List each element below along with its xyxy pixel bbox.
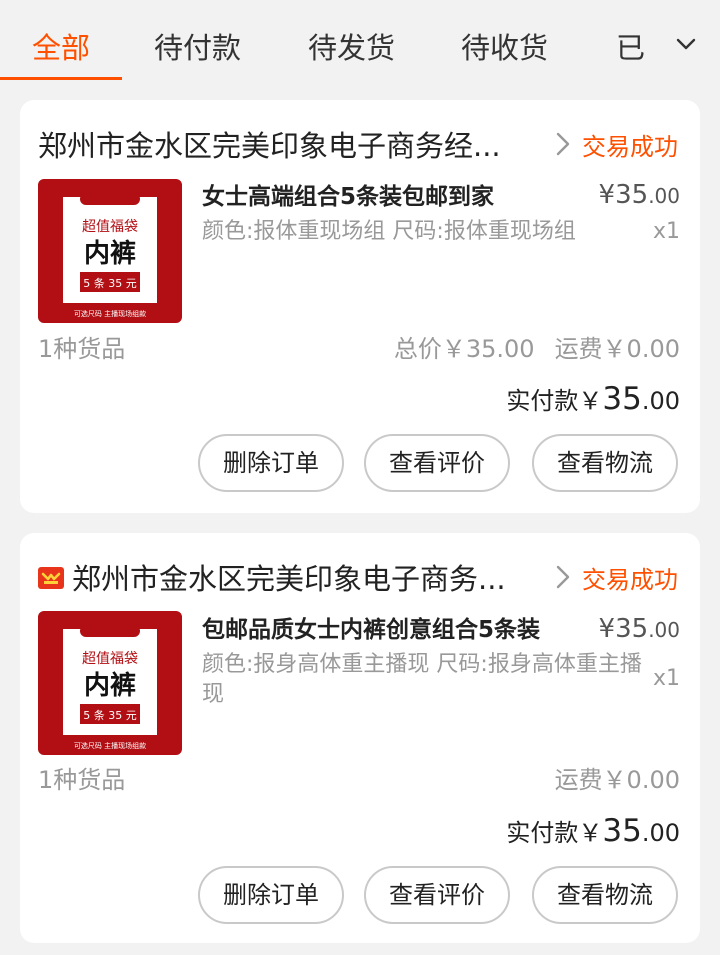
paid-amount: 实付款￥35.00 (506, 379, 680, 424)
thumb-footer: 可选尺码 主播现场组款 (74, 741, 146, 750)
product-price: ¥35.00 (599, 612, 680, 647)
tab-all[interactable]: 全部 (32, 28, 90, 68)
active-tab-indicator (0, 77, 122, 80)
thumb-line3: 5 条 35 元 (83, 708, 137, 722)
order-status-tabbar: 全部 待付款 待发货 待收货 已评价 (0, 0, 720, 84)
paid-currency: ￥ (578, 819, 603, 847)
total-price: 总价￥35.00 (393, 335, 535, 363)
product-qty: x1 (652, 219, 680, 244)
paid-dec: .00 (641, 819, 680, 847)
product-title[interactable]: 包邮品质女士内裤创意组合5条装 (202, 613, 540, 647)
product-thumbnail[interactable]: 超值福袋 内裤 5 条 35 元 可选尺码 主播现场组款 (38, 179, 182, 323)
product-price: ¥35.00 (599, 178, 680, 213)
order-card: 郑州市金水区完美印象电子商务经... 交易成功 超值福袋 内裤 5 条 35 元… (20, 100, 700, 513)
paid-int: 35 (602, 381, 642, 417)
chevron-right-icon[interactable] (553, 131, 573, 157)
order-status: 交易成功 (582, 566, 678, 594)
product-sku: 颜色:报体重现场组 尺码:报体重现场组 (202, 219, 576, 244)
tmall-shop-icon (38, 567, 64, 589)
thumb-line2: 内裤 (84, 671, 136, 701)
shop-name[interactable]: 郑州市金水区完美印象电子商务经... (38, 126, 538, 166)
thumb-line2: 内裤 (84, 239, 136, 269)
price-summary: 总价￥35.00 运费￥0.00 (394, 332, 680, 366)
tab-pending-shipment[interactable]: 待发货 (308, 28, 395, 68)
thumb-line1: 超值福袋 (82, 651, 138, 667)
view-logistics-button[interactable]: 查看物流 (532, 866, 678, 924)
product-thumbnail[interactable]: 超值福袋 内裤 5 条 35 元 可选尺码 主播现场组款 (38, 611, 182, 755)
chevron-right-icon[interactable] (553, 564, 573, 590)
paid-int: 35 (602, 813, 642, 849)
thumb-line3: 5 条 35 元 (83, 276, 137, 290)
paid-label: 实付款 (506, 819, 579, 847)
price-int: ¥35 (598, 180, 649, 210)
delete-order-button[interactable]: 删除订单 (198, 434, 344, 492)
product-sku: 颜色:报身高体重主播现 尺码:报身高体重主播现 (202, 652, 642, 707)
order-status: 交易成功 (582, 133, 678, 161)
chevron-down-icon[interactable] (674, 32, 698, 56)
delete-order-button[interactable]: 删除订单 (198, 866, 344, 924)
paid-currency: ￥ (578, 387, 603, 415)
paid-dec: .00 (641, 387, 680, 415)
shop-row[interactable]: 郑州市金水区完美印象电子商务经... 交易成功 (20, 118, 700, 168)
view-review-button[interactable]: 查看评价 (364, 866, 510, 924)
shop-name[interactable]: 郑州市金水区完美印象电子商务... (72, 559, 544, 599)
shipping-fee: 运费￥0.00 (554, 335, 680, 363)
product-qty: x1 (652, 666, 680, 691)
price-dec: .00 (648, 184, 680, 208)
price-int: ¥35 (598, 614, 649, 644)
view-review-button[interactable]: 查看评价 (364, 434, 510, 492)
order-card: 郑州市金水区完美印象电子商务... 交易成功 超值福袋 内裤 5 条 35 元 … (20, 533, 700, 943)
thumb-footer: 可选尺码 主播现场组款 (74, 309, 146, 318)
price-summary: 运费￥0.00 (555, 763, 680, 797)
paid-label: 实付款 (506, 387, 579, 415)
tab-reviewed[interactable]: 已评价 (616, 28, 646, 68)
tab-pending-payment[interactable]: 待付款 (154, 28, 241, 68)
item-kinds-count: 1种货品 (38, 766, 126, 794)
shop-row[interactable]: 郑州市金水区完美印象电子商务... 交易成功 (20, 551, 700, 601)
paid-amount: 实付款￥35.00 (506, 811, 680, 856)
price-dec: .00 (648, 618, 680, 642)
tab-pending-receipt[interactable]: 待收货 (461, 28, 548, 68)
thumb-line1: 超值福袋 (82, 219, 138, 235)
item-kinds-count: 1种货品 (38, 335, 126, 363)
product-title[interactable]: 女士高端组合5条装包邮到家 (202, 180, 494, 214)
shipping-fee: 运费￥0.00 (554, 766, 680, 794)
view-logistics-button[interactable]: 查看物流 (532, 434, 678, 492)
